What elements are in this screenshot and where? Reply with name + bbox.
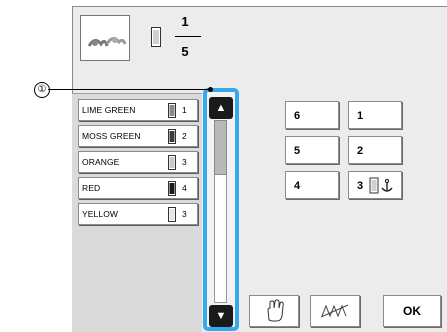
thread-spool-icon: [168, 207, 176, 222]
thread-sequence-number: 3: [182, 209, 187, 219]
thread-spool-anchor-icon: [369, 177, 393, 194]
total-color-count: 5: [181, 44, 189, 59]
sequence-button-6[interactable]: 6: [285, 101, 339, 129]
stitch-skip-button[interactable]: [310, 295, 360, 327]
list-item-orange[interactable]: ORANGE 3: [78, 151, 198, 173]
thread-spool-icon: [151, 27, 161, 47]
thread-spool-icon: [168, 181, 176, 196]
thread-sequence-number: 2: [182, 131, 187, 141]
scrollbar-thumb[interactable]: [214, 120, 227, 175]
zigzag-stitch-icon: [320, 304, 349, 318]
thread-name: RED: [82, 183, 101, 193]
list-item-yellow[interactable]: YELLOW 3: [78, 203, 198, 225]
hand-icon: [267, 299, 284, 322]
embroidery-preview-thumbnail: [80, 15, 130, 61]
thread-sequence-number: 3: [182, 157, 187, 167]
sequence-button-4[interactable]: 4: [285, 171, 339, 199]
fraction-bar: [175, 36, 201, 37]
sequence-button-2[interactable]: 2: [348, 136, 402, 164]
current-color-number: 1: [181, 14, 189, 29]
list-item-moss-green[interactable]: MOSS GREEN 2: [78, 125, 198, 147]
thread-spool-icon: [168, 129, 176, 144]
scroll-down-button[interactable]: ▼: [209, 305, 233, 327]
sequence-button-1[interactable]: 1: [348, 101, 402, 129]
ok-button[interactable]: OK: [383, 295, 441, 327]
callout-marker: ①: [34, 82, 50, 98]
thread-spool-icon: [168, 155, 176, 170]
scroll-up-button[interactable]: ▲: [209, 97, 233, 119]
thread-name: ORANGE: [82, 157, 120, 167]
list-item-lime-green[interactable]: LIME GREEN 1: [78, 99, 198, 121]
sequence-button-3[interactable]: 3: [348, 171, 402, 199]
thread-name: LIME GREEN: [82, 105, 136, 115]
sequence-button-5[interactable]: 5: [285, 136, 339, 164]
list-item-red[interactable]: RED 4: [78, 177, 198, 199]
callout-leader-line: [48, 89, 210, 90]
thread-name: MOSS GREEN: [82, 131, 141, 141]
thread-spool-icon: [168, 103, 176, 118]
thread-name: YELLOW: [82, 209, 119, 219]
thread-sequence-number: 1: [182, 105, 187, 115]
hand-move-button[interactable]: [249, 295, 299, 327]
thread-sequence-number: 4: [182, 183, 187, 193]
callout-leader-dot: [208, 87, 213, 92]
